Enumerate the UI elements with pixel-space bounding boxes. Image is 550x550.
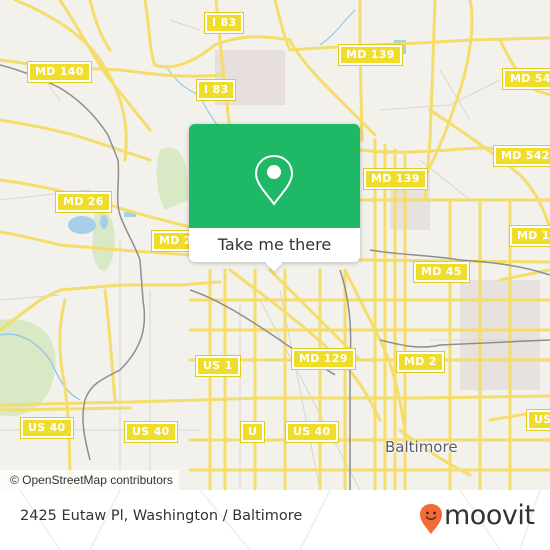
road-shield-md147: MD 147 xyxy=(509,225,550,247)
popup-header xyxy=(189,124,360,228)
moovit-face-icon xyxy=(420,504,442,534)
road-shield-md2: MD 2 xyxy=(396,351,445,373)
road-shield-us40: US 40 xyxy=(20,417,74,439)
take-me-there-button[interactable]: Take me there xyxy=(189,228,360,262)
road-shield-us-clipped: U xyxy=(239,421,266,443)
road-shield-us1: US 1 xyxy=(195,355,241,377)
moovit-wordmark: moovit xyxy=(444,500,535,531)
road-shield-us40: US 40 xyxy=(124,421,178,443)
destination-popup: Take me there xyxy=(189,124,360,272)
road-shield-md139: MD 139 xyxy=(363,168,428,190)
map[interactable]: I 83 I 83 MD 140 MD 139 MD 542 MD 542 MD… xyxy=(0,0,550,490)
road-shield-md129: MD 129 xyxy=(291,348,356,370)
road-shield-us40: US 40 xyxy=(526,409,550,431)
road-shield-md542: MD 542 xyxy=(502,68,550,90)
road-shield-us40: US 40 xyxy=(285,421,339,443)
road-shield-md139: MD 139 xyxy=(338,44,403,66)
road-shield-md542: MD 542 xyxy=(493,145,550,167)
road-shield-md26: MD 26 xyxy=(55,191,112,213)
road-shield-i83: I 83 xyxy=(195,79,237,101)
city-label-baltimore: Baltimore xyxy=(385,438,458,456)
road-shield-i83: I 83 xyxy=(203,12,245,34)
footer: 2425 Eutaw Pl, Washington / Baltimore mo… xyxy=(0,490,550,550)
map-attribution[interactable]: © OpenStreetMap contributors xyxy=(0,470,179,490)
address-text: 2425 Eutaw Pl, Washington / Baltimore xyxy=(20,508,303,524)
road-shield-md140: MD 140 xyxy=(27,61,92,83)
road-shield-md45: MD 45 xyxy=(413,261,470,283)
location-pin-icon xyxy=(254,154,294,206)
